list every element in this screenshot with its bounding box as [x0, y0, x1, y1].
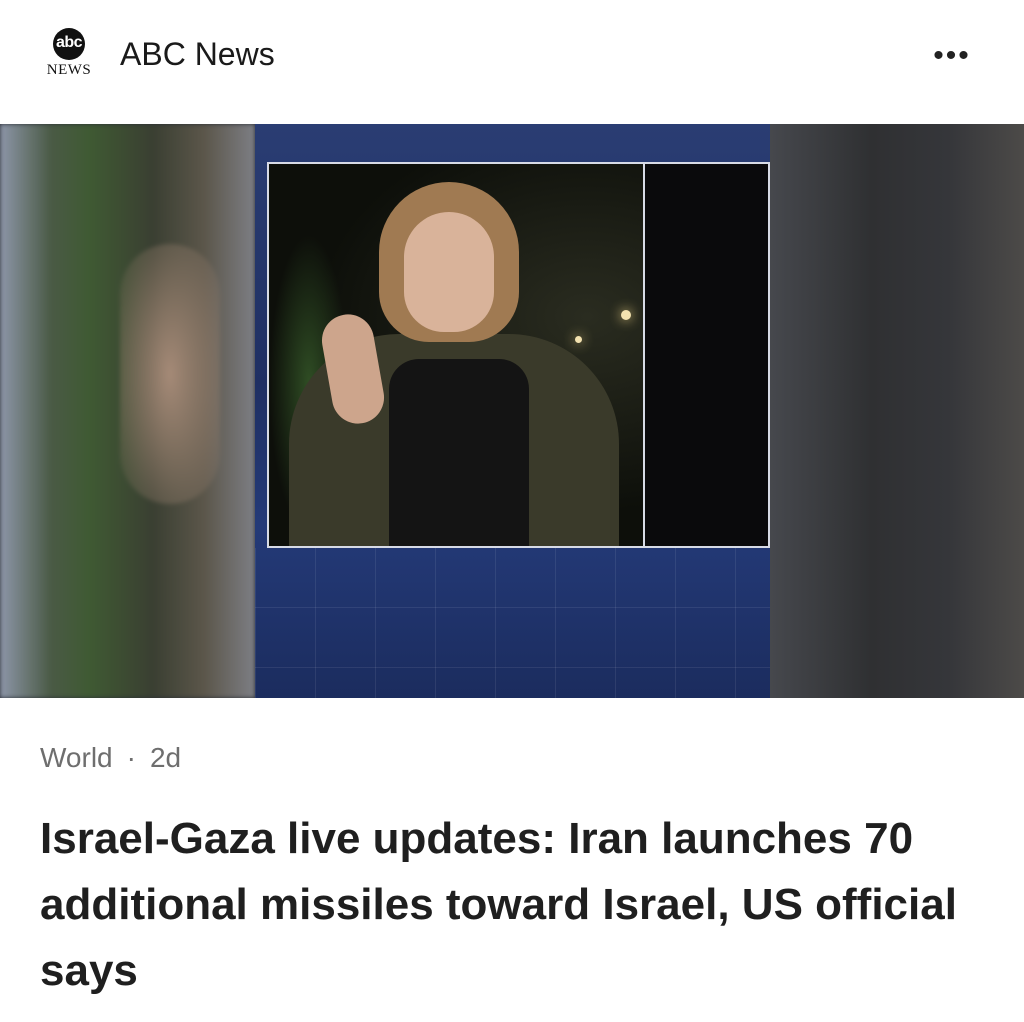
vest	[389, 359, 529, 546]
abc-logo-circle: abc	[53, 28, 85, 60]
meta-separator: ·	[126, 742, 136, 773]
hero-blur-right	[770, 124, 1024, 698]
broadcast-grid-graphic	[255, 548, 770, 698]
hero-image[interactable]	[0, 124, 1024, 698]
secondary-video-frame	[643, 162, 770, 548]
article-meta: World · 2d	[40, 742, 181, 774]
face	[404, 212, 494, 332]
abc-news-logo[interactable]: abc NEWS	[40, 28, 98, 80]
correspondent-video-frame	[267, 162, 645, 548]
more-horizontal-icon: •••	[933, 39, 971, 72]
article-category[interactable]: World	[40, 742, 113, 773]
blurred-shape	[120, 244, 220, 504]
article-age: 2d	[149, 742, 182, 773]
broadcast-frame	[255, 124, 770, 698]
more-options-button[interactable]: •••	[920, 36, 984, 76]
article-headline[interactable]: Israel-Gaza live updates: Iran launches …	[40, 806, 980, 1004]
source-name[interactable]: ABC News	[120, 36, 275, 73]
hero-blur-left	[0, 124, 255, 698]
correspondent	[269, 164, 643, 546]
app-header: abc NEWS ABC News •••	[0, 0, 1024, 124]
news-wordmark: NEWS	[46, 62, 92, 78]
